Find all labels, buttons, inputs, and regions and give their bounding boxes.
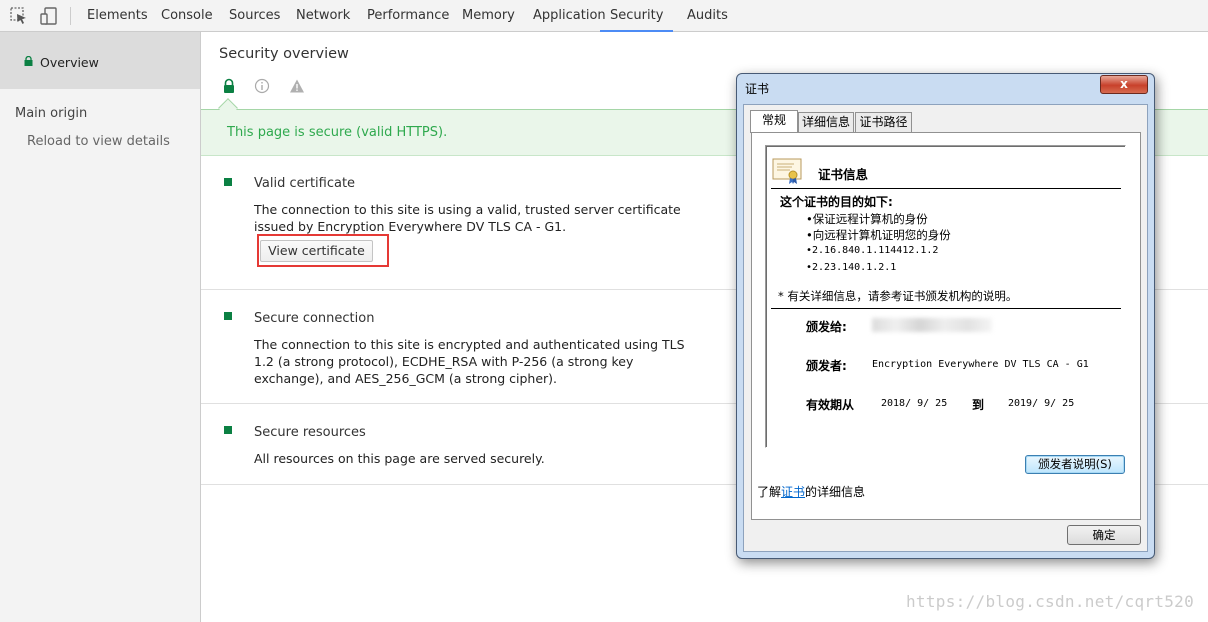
tab-performance[interactable]: Performance: [367, 0, 449, 31]
tab-cert-path[interactable]: 证书路径: [855, 112, 912, 132]
green-square-icon: [224, 426, 232, 434]
certificate-dialog: 证书 x 常规 详细信息 证书路径 证书信息 这个证书的目的如下: •保证远程计…: [736, 73, 1155, 559]
section-title: Secure connection: [254, 311, 375, 326]
dialog-body: 常规 详细信息 证书路径 证书信息 这个证书的目的如下: •保证远程计算机的身份…: [743, 104, 1148, 552]
section-description: The connection to this site is using a v…: [254, 202, 681, 234]
banner-text: This page is secure (valid HTTPS).: [227, 125, 448, 140]
learn-prefix: 了解: [757, 485, 782, 499]
page-title: Security overview: [219, 46, 349, 62]
secure-lock-icon[interactable]: [221, 78, 237, 94]
general-tab-panel: 证书信息 这个证书的目的如下: •保证远程计算机的身份 •向远程计算机证明您的身…: [751, 132, 1141, 520]
warning-icon[interactable]: [289, 78, 305, 94]
tab-details[interactable]: 详细信息: [798, 112, 854, 132]
sidebar-item-label: Overview: [40, 55, 99, 70]
sidebar-reload-hint: Reload to view details: [27, 134, 170, 149]
sidebar-main-origin-heading: Main origin: [15, 106, 88, 121]
green-square-icon: [224, 178, 232, 186]
learn-more-text: 了解证书的详细信息: [757, 483, 865, 500]
valid-from-value: 2018/ 9/ 25: [881, 398, 948, 409]
close-button[interactable]: x: [1100, 75, 1148, 94]
tab-sources[interactable]: Sources: [229, 0, 280, 31]
tab-application[interactable]: Application: [533, 0, 606, 31]
watermark: https://blog.csdn.net/cqrt520: [906, 592, 1195, 611]
tab-audits[interactable]: Audits: [687, 0, 728, 31]
purpose-item: •2.16.840.1.114412.1.2: [806, 245, 939, 256]
issued-to-label: 颁发给:: [806, 320, 847, 334]
redacted-issued-to: [872, 318, 992, 332]
tab-elements[interactable]: Elements: [87, 0, 148, 31]
section-title: Secure resources: [254, 425, 366, 440]
learn-more-link[interactable]: 证书: [781, 485, 805, 499]
valid-to-label: 到: [972, 398, 985, 412]
tab-network[interactable]: Network: [296, 0, 350, 31]
close-icon: x: [1120, 77, 1128, 91]
issuer-statement-button[interactable]: 颁发者说明(S): [1025, 455, 1125, 474]
section-description: All resources on this page are served se…: [254, 451, 545, 466]
learn-suffix: 的详细信息: [805, 485, 866, 499]
ok-button[interactable]: 确定: [1067, 525, 1141, 545]
tab-memory[interactable]: Memory: [462, 0, 515, 31]
issued-by-label: 颁发者:: [806, 359, 847, 373]
certificate-icon: [772, 158, 802, 184]
info-icon[interactable]: [254, 78, 270, 94]
section-title: Valid certificate: [254, 176, 356, 191]
sidebar-item-overview[interactable]: Overview: [0, 32, 200, 89]
purpose-item: •保证远程计算机的身份: [806, 212, 928, 226]
section-description: The connection to this site is encrypted…: [254, 337, 685, 386]
purpose-note: * 有关详细信息，请参考证书颁发机构的说明。: [778, 289, 1018, 303]
toolbar-separator: [70, 7, 71, 25]
certificate-info-box: 证书信息 这个证书的目的如下: •保证远程计算机的身份 •向远程计算机证明您的身…: [765, 145, 1126, 448]
tab-console[interactable]: Console: [161, 0, 213, 31]
view-certificate-button[interactable]: View certificate: [260, 240, 373, 262]
certificate-heading: 证书信息: [818, 167, 869, 182]
tab-security[interactable]: Security: [600, 0, 674, 32]
purpose-item: •2.23.140.1.2.1: [806, 262, 897, 273]
devtools-toolbar: Elements Console Sources Network Perform…: [0, 0, 1208, 32]
purpose-title: 这个证书的目的如下:: [780, 195, 893, 209]
device-toggle-icon[interactable]: [39, 6, 59, 26]
green-square-icon: [224, 312, 232, 320]
valid-to-value: 2019/ 9/ 25: [1008, 398, 1075, 409]
security-sidebar: Overview Main origin Reload to view deta…: [0, 32, 201, 622]
issued-by-value: Encryption Everywhere DV TLS CA - G1: [872, 359, 1089, 370]
inspect-cursor-icon[interactable]: [9, 6, 29, 26]
lock-icon: [24, 56, 33, 66]
dialog-title: 证书: [745, 82, 770, 96]
divider: [771, 188, 1121, 189]
purpose-item: •向远程计算机证明您的身份: [806, 228, 951, 242]
valid-from-label: 有效期从: [806, 398, 855, 412]
divider: [771, 308, 1121, 309]
tab-general[interactable]: 常规: [750, 110, 798, 133]
